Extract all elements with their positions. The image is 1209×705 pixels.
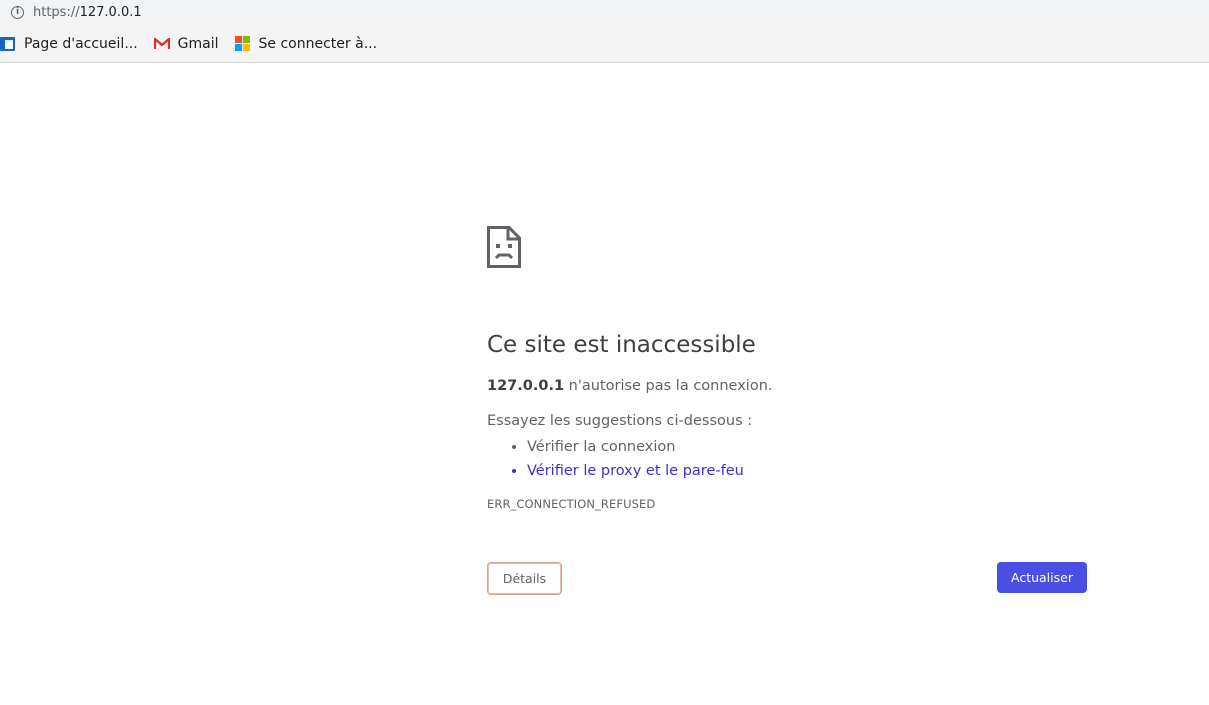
- bookmark-label: Se connecter à...: [258, 35, 378, 52]
- error-title: Ce site est inaccessible: [487, 332, 756, 358]
- url-text[interactable]: https://127.0.0.1: [33, 5, 142, 20]
- error-content: Ce site est inaccessible 127.0.0.1 n'aut…: [487, 226, 1087, 511]
- suggestions-heading: Essayez les suggestions ci-dessous :: [487, 413, 753, 429]
- error-message: 127.0.0.1 n'autorise pas la connexion.: [487, 378, 1087, 394]
- reload-button[interactable]: Actualiser: [997, 562, 1087, 593]
- home-page-icon: [0, 36, 15, 51]
- error-host: 127.0.0.1: [487, 378, 565, 394]
- address-bar[interactable]: i https://127.0.0.1: [0, 0, 1209, 25]
- gmail-icon: [153, 37, 170, 49]
- suggestion-check-proxy-link[interactable]: Vérifier le proxy et le pare-feu: [527, 459, 1087, 483]
- bookmark-label: Page d'accueil...: [24, 35, 138, 52]
- bookmark-home[interactable]: Page d'accueil...: [0, 30, 138, 58]
- url-host: 127.0.0.1: [79, 5, 142, 20]
- url-scheme: https://: [33, 5, 80, 20]
- bookmark-label: Gmail: [177, 35, 219, 52]
- details-button[interactable]: Détails: [487, 562, 562, 595]
- bookmark-gmail[interactable]: Gmail: [153, 30, 219, 58]
- error-code: ERR_CONNECTION_REFUSED: [487, 497, 656, 511]
- bookmark-microsoft[interactable]: Se connecter à...: [234, 30, 378, 58]
- suggestions-list: Vérifier la connexion Vérifier le proxy …: [527, 435, 1087, 483]
- info-icon[interactable]: i: [11, 6, 24, 19]
- suggestion-check-connection: Vérifier la connexion: [527, 435, 1087, 459]
- microsoft-icon: [234, 35, 251, 52]
- error-message-text: n'autorise pas la connexion.: [564, 378, 773, 394]
- bookmarks-bar: Page d'accueil... Gmail Se connecter à..…: [0, 25, 1209, 63]
- sad-page-icon: [487, 226, 521, 268]
